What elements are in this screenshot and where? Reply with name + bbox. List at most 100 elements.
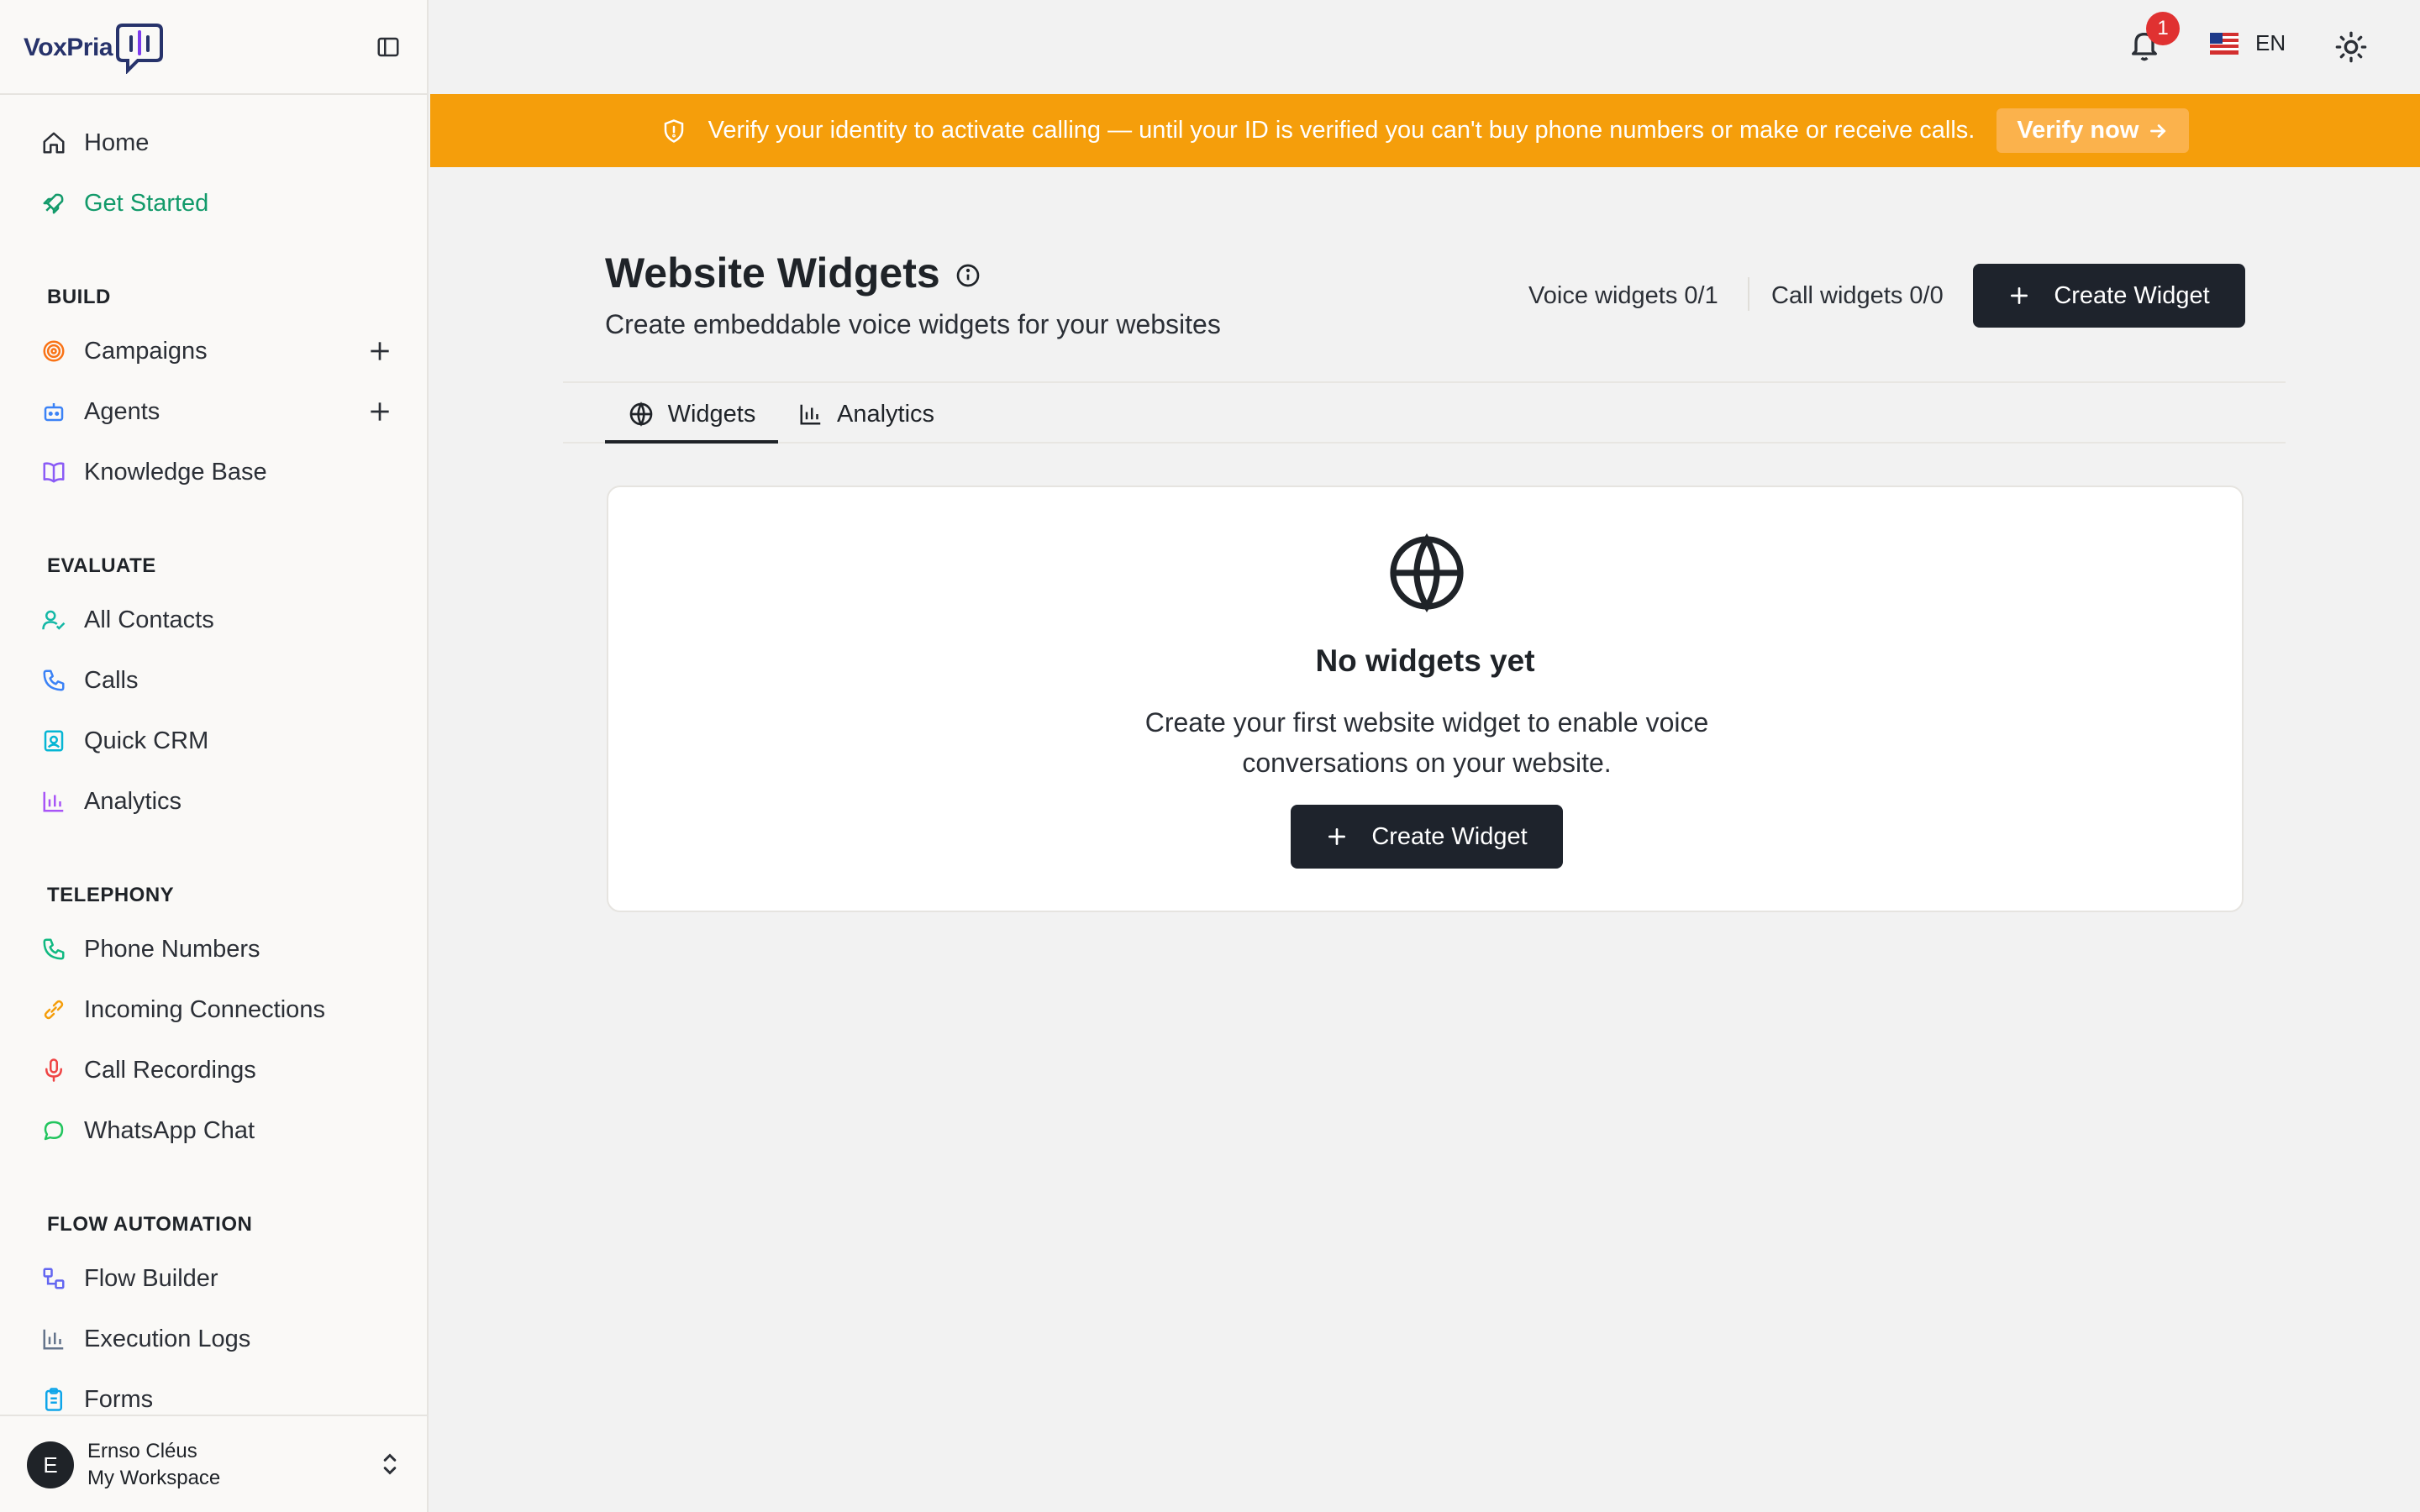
- user-check-icon: [40, 606, 67, 633]
- divider: [1748, 277, 1749, 311]
- empty-state-create-widget-button[interactable]: Create Widget: [1291, 805, 1563, 869]
- user-name: Ernso Cléus: [87, 1440, 197, 1462]
- tab-widgets[interactable]: Widgets: [605, 386, 778, 444]
- section-title-build: BUILD: [47, 286, 111, 308]
- arrow-right-icon: [2147, 120, 2169, 142]
- language-selector[interactable]: EN: [2210, 30, 2286, 56]
- sidebar-item-label: Calls: [84, 666, 139, 694]
- sidebar-toggle-button[interactable]: [370, 30, 407, 64]
- verify-now-label: Verify now: [2017, 117, 2139, 144]
- section-title-telephony: TELEPHONY: [47, 884, 175, 906]
- sidebar-item-home[interactable]: Home: [40, 118, 393, 168]
- add-campaign-plus-icon[interactable]: [366, 338, 393, 365]
- brand-mark-icon: [114, 22, 165, 74]
- panel-left-icon: [376, 34, 401, 60]
- chevrons-up-down-icon: [378, 1450, 402, 1478]
- language-label: EN: [2255, 30, 2286, 55]
- banner-message: Verify your identity to activate calling…: [708, 117, 1975, 144]
- sidebar-item-label: Incoming Connections: [84, 995, 325, 1023]
- sidebar: VoxPria Home Get Started BUILD Campaigns…: [0, 0, 429, 1512]
- sidebar-item-flow-builder[interactable]: Flow Builder: [40, 1253, 393, 1304]
- page-subtitle: Create embeddable voice widgets for your…: [605, 309, 1221, 339]
- sidebar-item-quick-crm[interactable]: Quick CRM: [40, 716, 393, 766]
- brand-logo[interactable]: VoxPria: [24, 20, 165, 76]
- sidebar-item-analytics[interactable]: Analytics: [40, 776, 393, 827]
- plus-icon: [2008, 285, 2030, 307]
- section-title-evaluate: EVALUATE: [47, 554, 156, 577]
- sidebar-item-label: Phone Numbers: [84, 935, 260, 963]
- message-circle-icon: [40, 1117, 67, 1144]
- empty-state-card: No widgets yet Create your first website…: [607, 486, 2244, 912]
- sidebar-item-all-contacts[interactable]: All Contacts: [40, 595, 393, 645]
- sidebar-item-label: Agents: [84, 397, 160, 425]
- phone-icon: [40, 667, 67, 694]
- create-widget-label: Create Widget: [1371, 822, 1528, 850]
- workflow-icon: [40, 1265, 67, 1292]
- clipboard-icon: [40, 1386, 67, 1413]
- create-widget-button[interactable]: Create Widget: [1973, 264, 2245, 328]
- sidebar-item-call-recordings[interactable]: Call Recordings: [40, 1045, 393, 1095]
- target-icon: [40, 338, 67, 365]
- verify-now-button[interactable]: Verify now: [1996, 108, 2190, 153]
- sidebar-item-label: Flow Builder: [84, 1264, 218, 1292]
- tab-label: Widgets: [667, 400, 756, 428]
- sidebar-item-get-started[interactable]: Get Started: [40, 178, 393, 228]
- sidebar-item-label: All Contacts: [84, 606, 214, 633]
- tab-label: Analytics: [837, 400, 935, 428]
- divider: [0, 93, 427, 95]
- notification-badge: 1: [2146, 12, 2180, 45]
- empty-state-title: No widgets yet: [1315, 643, 1535, 678]
- sidebar-item-label: WhatsApp Chat: [84, 1116, 255, 1144]
- verification-banner: Verify your identity to activate calling…: [430, 94, 2420, 167]
- globe-icon: [1386, 533, 1467, 613]
- bot-icon: [40, 398, 67, 425]
- shield-alert-icon: [661, 118, 687, 144]
- tab-analytics[interactable]: Analytics: [798, 386, 934, 442]
- create-widget-label: Create Widget: [2054, 281, 2210, 309]
- globe-icon: [628, 401, 655, 428]
- user-menu[interactable]: E Ernso Cléus My Workspace: [0, 1415, 427, 1512]
- sidebar-item-label: Knowledge Base: [84, 458, 267, 486]
- rocket-icon: [40, 190, 67, 217]
- sidebar-item-label: Campaigns: [84, 337, 208, 365]
- sidebar-item-incoming-connections[interactable]: Incoming Connections: [40, 984, 393, 1035]
- bar-chart-icon: [40, 788, 67, 815]
- sidebar-item-label: Get Started: [84, 189, 209, 217]
- sidebar-item-campaigns[interactable]: Campaigns: [40, 326, 393, 376]
- phone-icon: [40, 936, 67, 963]
- link-icon: [40, 996, 67, 1023]
- sidebar-item-knowledge-base[interactable]: Knowledge Base: [40, 447, 393, 497]
- sidebar-item-label: Execution Logs: [84, 1325, 251, 1352]
- sidebar-item-phone-numbers[interactable]: Phone Numbers: [40, 924, 393, 974]
- plus-icon: [1326, 826, 1348, 848]
- page-title: Website Widgets: [605, 249, 940, 297]
- mic-icon: [40, 1057, 67, 1084]
- us-flag-icon: [2210, 32, 2238, 55]
- sidebar-item-whatsapp-chat[interactable]: WhatsApp Chat: [40, 1105, 393, 1156]
- sidebar-item-calls[interactable]: Calls: [40, 655, 393, 706]
- add-agent-plus-icon[interactable]: [366, 398, 393, 425]
- sidebar-item-label: Forms: [84, 1385, 154, 1413]
- avatar: E: [27, 1441, 74, 1488]
- theme-toggle-sun-icon[interactable]: [2334, 30, 2368, 64]
- call-widgets-count: Call widgets 0/0: [1771, 282, 1944, 309]
- home-icon: [40, 129, 67, 156]
- info-icon[interactable]: [955, 262, 981, 289]
- divider: [563, 442, 2286, 444]
- workspace-name: My Workspace: [87, 1467, 221, 1489]
- voice-widgets-count: Voice widgets 0/1: [1528, 282, 1718, 309]
- sidebar-item-label: Quick CRM: [84, 727, 209, 754]
- bar-chart-icon: [798, 402, 823, 427]
- sidebar-item-label: Call Recordings: [84, 1056, 256, 1084]
- sidebar-item-execution-logs[interactable]: Execution Logs: [40, 1314, 393, 1364]
- topbar: [430, 0, 2420, 94]
- sidebar-item-label: Home: [84, 129, 150, 156]
- divider: [563, 381, 2286, 383]
- sidebar-item-label: Analytics: [84, 787, 182, 815]
- book-icon: [40, 459, 67, 486]
- brand-name: VoxPria: [24, 34, 113, 61]
- section-title-flow-automation: FLOW AUTOMATION: [47, 1213, 253, 1236]
- sidebar-item-agents[interactable]: Agents: [40, 386, 393, 437]
- bar-chart-icon: [40, 1326, 67, 1352]
- empty-state-description: Create your first website widget to enab…: [1144, 707, 1709, 778]
